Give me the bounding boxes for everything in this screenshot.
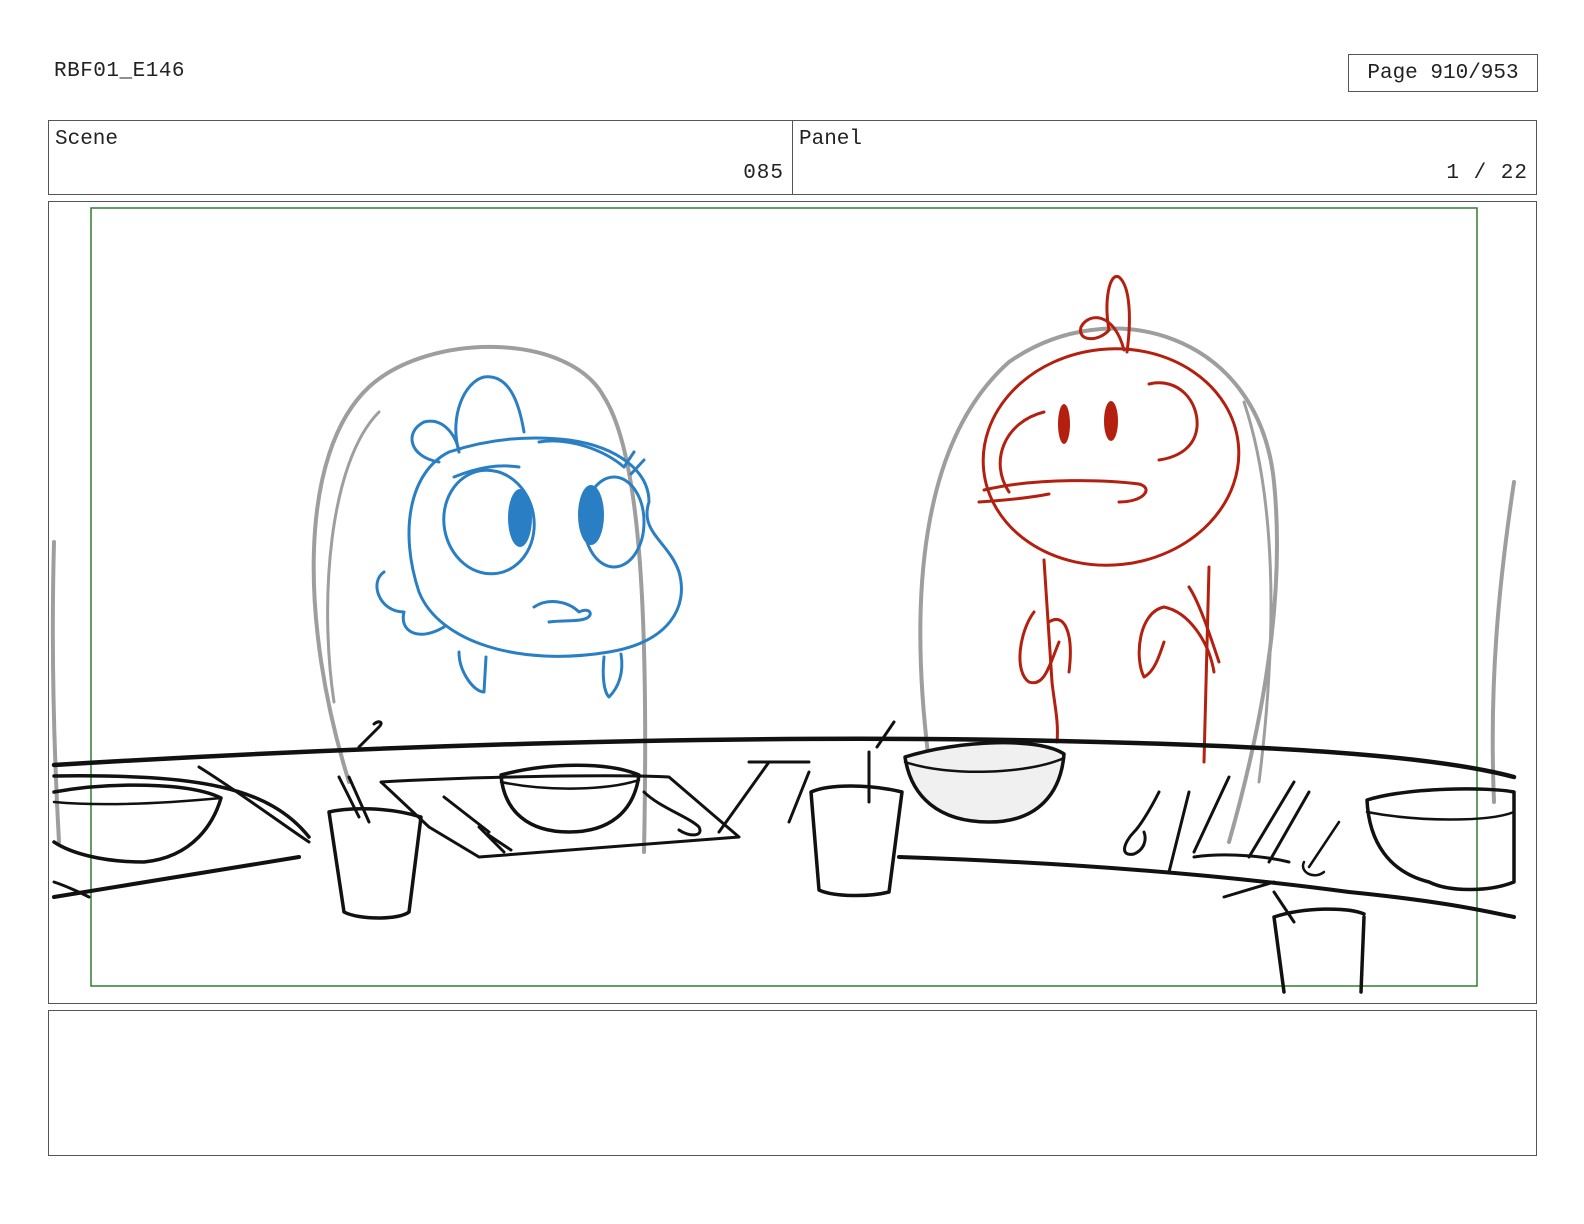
page-indicator: Page 910/953 — [1348, 54, 1538, 92]
chair-sketches — [50, 326, 1516, 854]
right-spoon — [1123, 790, 1161, 856]
center-bowl — [903, 740, 1066, 824]
left-bowl — [52, 783, 223, 864]
dinner-table — [51, 736, 1517, 919]
right-fork — [1301, 820, 1341, 877]
right-bowl — [1365, 787, 1516, 892]
bottom-right-cup — [1272, 907, 1366, 994]
panel-cell: Panel 1 / 22 — [792, 121, 1536, 194]
storyboard-panel-frame — [48, 201, 1537, 1004]
table-edge-back — [51, 736, 1517, 780]
red-character-eyes — [1058, 401, 1118, 444]
scene-number: 085 — [743, 162, 784, 185]
red-duck-character — [977, 275, 1241, 764]
left-spoon — [642, 790, 702, 837]
storyboard-sketch — [50, 207, 1517, 994]
center-cup — [809, 784, 904, 898]
edge-chair-right — [1490, 480, 1516, 804]
scene-label: Scene — [55, 128, 119, 151]
edge-chair-left — [50, 540, 61, 844]
table-props — [52, 720, 1516, 994]
panel-number: 1 / 22 — [1446, 162, 1528, 185]
panel-notes-box — [48, 1010, 1537, 1156]
panel-label: Panel — [799, 128, 863, 151]
scene-cell: Scene 085 — [49, 121, 792, 194]
blue-character-eyes — [508, 485, 604, 547]
document-id: RBF01_E146 — [54, 60, 186, 83]
scene-panel-info: Scene 085 Panel 1 / 22 — [48, 120, 1537, 195]
left-cup — [327, 806, 423, 920]
safe-area-frame — [90, 207, 1478, 987]
